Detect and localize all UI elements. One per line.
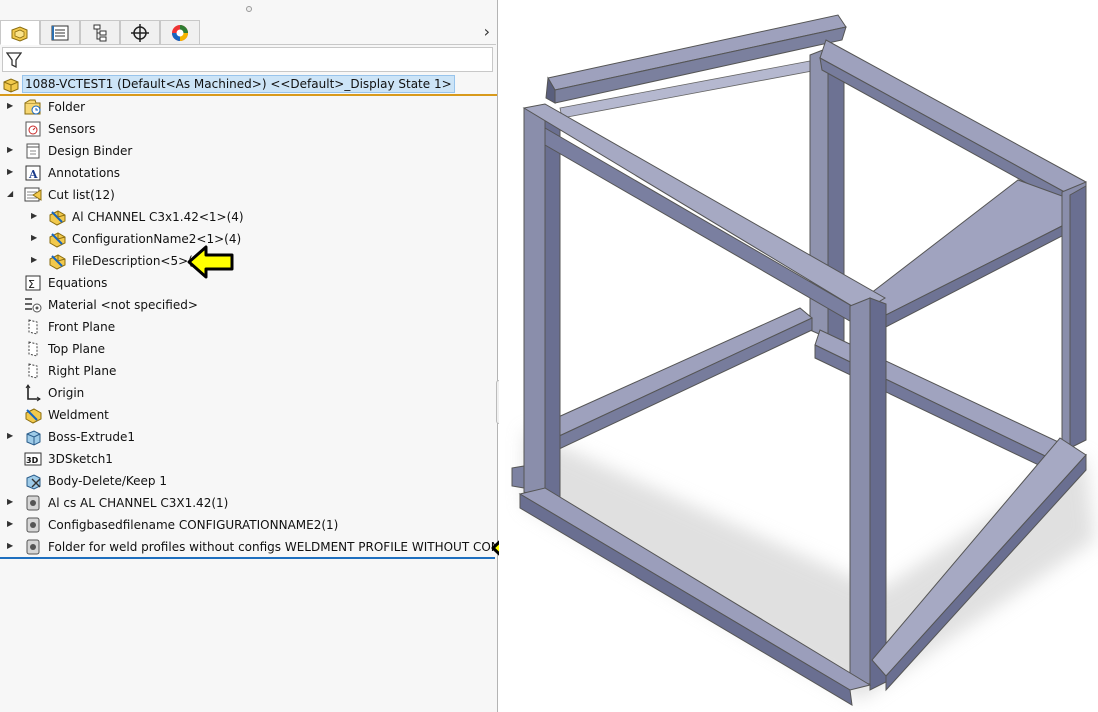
tree-item-label: Folder <box>48 100 86 114</box>
tree-item-configbasedfilename-configurationname2-1[interactable]: ▶ Configbasedfilename CONFIGURATIONNAME2(… <box>0 514 497 536</box>
tree-item-sensors[interactable]: Sensors <box>0 118 497 140</box>
structural-member-icon <box>26 517 40 533</box>
tree-item-al-cs-al-channel-c3x1-42-1[interactable]: ▶ Al cs AL CHANNEL C3X1.42(1) <box>0 492 497 514</box>
tab-configuration-manager[interactable] <box>80 20 120 45</box>
equations-icon: Σ <box>25 275 41 291</box>
tree-item-label: Material <not specified> <box>48 298 198 312</box>
cut-list-item-icon <box>49 232 66 248</box>
tree-item-weldment[interactable]: Weldment <box>0 404 497 426</box>
tree-item-top-plane[interactable]: Top Plane <box>0 338 497 360</box>
tree-item-label: Top Plane <box>48 342 105 356</box>
expand-icon[interactable]: ▶ <box>7 541 15 551</box>
tree-item-label: Weldment <box>48 408 109 422</box>
tree-item-label: Body-Delete/Keep 1 <box>48 474 167 488</box>
tree-item-annotations[interactable]: ▶ A Annotations <box>0 162 497 184</box>
tab-scroll-right-icon[interactable]: › <box>484 22 490 41</box>
tree-end-line <box>0 557 495 559</box>
tree-item-label: Configbasedfilename CONFIGURATIONNAME2(1… <box>48 518 339 532</box>
tree-item-label: Equations <box>48 276 108 290</box>
tree-item-label: Sensors <box>48 122 96 136</box>
tree-item-folder-for-weld-profiles-without-configs[interactable]: ▶ Folder for weld profiles without config… <box>0 536 544 558</box>
cut-list-item-configurationname2-1-4[interactable]: ▶ ConfigurationName2<1>(4) <box>0 228 497 250</box>
annotations-icon: A <box>25 165 41 181</box>
svg-text:A: A <box>28 168 38 181</box>
tree-item-material-not-specified[interactable]: Material <not specified> <box>0 294 497 316</box>
tree-root-label: 1088-VCTEST1 (Default<As Machined>) <<De… <box>22 75 455 93</box>
design-binder-icon <box>26 143 40 159</box>
tree-item-body-delete-keep-1[interactable]: Body-Delete/Keep 1 <box>0 470 497 492</box>
tree-filter-bar[interactable] <box>2 47 493 72</box>
tab-display-manager[interactable] <box>160 20 200 45</box>
collapse-icon[interactable]: ◢ <box>7 189 15 199</box>
tree-item-equations[interactable]: Σ Equations <box>0 272 497 294</box>
svg-text:Σ: Σ <box>28 278 35 291</box>
svg-text:3D: 3D <box>26 456 39 465</box>
tab-property-manager[interactable] <box>40 20 80 45</box>
tree-item-cut-list-12[interactable]: ◢ Cut list(12) <box>0 184 497 206</box>
expand-icon[interactable]: ▶ <box>31 233 39 243</box>
weldment-frame-model <box>511 14 1095 706</box>
tree-item-label: Boss-Extrude1 <box>48 430 135 444</box>
tab-feature-manager[interactable] <box>0 20 40 45</box>
tree-item-design-binder[interactable]: ▶ Design Binder <box>0 140 497 162</box>
tree-item-label: 3DSketch1 <box>48 452 113 466</box>
sensor-icon <box>25 121 41 137</box>
tree-item-boss-extrude1[interactable]: ▶ Boss-Extrude1 <box>0 426 497 448</box>
feature-manager-panel: › 1088-VCTEST1 (Default<As Machined>) <<… <box>0 0 544 712</box>
tree-item-label: Al cs AL CHANNEL C3X1.42(1) <box>48 496 229 510</box>
structural-member-icon <box>26 539 40 555</box>
tree-item-label: Design Binder <box>48 144 133 158</box>
expand-icon[interactable]: ▶ <box>7 519 15 529</box>
weldment-icon <box>25 408 42 424</box>
grip-dot-icon <box>245 6 252 12</box>
property-manager-icon <box>51 25 69 40</box>
tree-item-label: Origin <box>48 386 85 400</box>
tree-root-part[interactable]: 1088-VCTEST1 (Default<As Machined>) <<De… <box>0 74 497 96</box>
origin-icon <box>25 384 41 402</box>
manager-tab-bar: › <box>0 20 496 45</box>
configuration-manager-icon <box>93 24 107 41</box>
tree-item-origin[interactable]: Origin <box>0 382 497 404</box>
tab-dimxpert-manager[interactable] <box>120 20 160 45</box>
cut-list-item-icon <box>49 210 66 226</box>
filter-icon[interactable] <box>6 51 22 69</box>
cut-list-icon <box>24 187 42 202</box>
tree-item-front-plane[interactable]: Front Plane <box>0 316 497 338</box>
tree-item-folder[interactable]: ▶ Folder <box>0 96 497 118</box>
expand-icon[interactable]: ▶ <box>7 167 15 177</box>
expand-icon[interactable]: ▶ <box>7 145 15 155</box>
structural-member-icon <box>26 495 40 511</box>
plane-icon <box>28 363 38 379</box>
cut-list-item-filedescription-5-4[interactable]: ▶ FileDescription<5>(4) <box>0 250 497 272</box>
callout-arrow-cutlist <box>187 245 234 279</box>
history-folder-icon <box>24 99 41 115</box>
material-icon <box>25 298 42 313</box>
plane-icon <box>28 341 38 357</box>
tree-item-right-plane[interactable]: Right Plane <box>0 360 497 382</box>
panel-grip[interactable] <box>0 0 497 18</box>
tree-item-label: Folder for weld profiles without configs… <box>48 540 545 554</box>
dimxpert-icon <box>131 23 149 42</box>
expand-icon[interactable]: ▶ <box>31 255 39 265</box>
cut-list-item-al-channel-c3x1-42-1-4[interactable]: ▶ Al CHANNEL C3x1.42<1>(4) <box>0 206 497 228</box>
tree-item-3dsketch1[interactable]: 3D 3DSketch1 <box>0 448 497 470</box>
display-manager-icon <box>172 24 188 41</box>
body-delete-icon <box>26 474 41 490</box>
boss-extrude-icon <box>26 430 41 446</box>
expand-icon[interactable]: ▶ <box>7 431 15 441</box>
tree-item-label: Front Plane <box>48 320 116 334</box>
expand-icon[interactable]: ▶ <box>7 497 15 507</box>
expand-icon[interactable]: ▶ <box>7 101 15 111</box>
tree-item-label: Annotations <box>48 166 121 180</box>
graphics-viewport[interactable] <box>499 0 1098 712</box>
tree-item-label: Cut list(12) <box>48 188 115 202</box>
sketch-3d-icon: 3D <box>24 452 42 466</box>
expand-icon[interactable]: ▶ <box>31 211 39 221</box>
tree-item-label: Right Plane <box>48 364 117 378</box>
part-icon <box>3 78 19 93</box>
tree-item-label: Al CHANNEL C3x1.42<1>(4) <box>72 210 244 224</box>
feature-manager-icon <box>11 25 28 42</box>
cut-list-item-icon <box>49 254 66 270</box>
plane-icon <box>28 319 38 335</box>
